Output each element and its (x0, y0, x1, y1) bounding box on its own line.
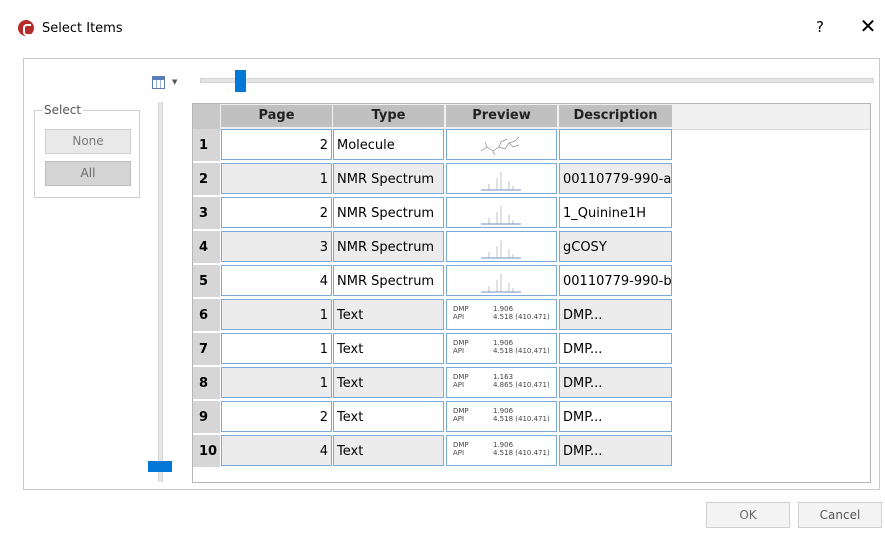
row-header[interactable]: 4 (193, 231, 220, 264)
row-header[interactable]: 1 (193, 129, 220, 162)
row-header[interactable]: 10 (193, 435, 220, 468)
preview-cell[interactable]: DMP API 1.906 4.518 (410.471) (446, 435, 557, 466)
page-cell[interactable]: 2 (221, 129, 332, 160)
molecule-preview-image (480, 136, 520, 156)
description-cell[interactable]: 00110779-990-b... (559, 265, 672, 296)
nmr-spectrum-preview-image (479, 234, 523, 261)
description-cell[interactable]: 00110779-990-a... (559, 163, 672, 194)
row-header[interactable]: 8 (193, 367, 220, 400)
description-cell[interactable]: DMP... (559, 401, 672, 432)
row-header[interactable]: 3 (193, 197, 220, 230)
row-header[interactable]: 7 (193, 333, 220, 366)
page-cell[interactable]: 4 (221, 265, 332, 296)
nmr-spectrum-preview-image (479, 166, 523, 193)
column-chooser-icon (152, 76, 165, 89)
preview-cell[interactable] (446, 231, 557, 262)
dialog-title: Select Items (42, 21, 123, 36)
help-button[interactable]: ? (812, 18, 828, 36)
type-cell[interactable]: NMR Spectrum (333, 197, 444, 228)
table-row[interactable]: 2 1 NMR Spectrum 00110779-990-a... (193, 163, 673, 196)
description-cell[interactable]: gCOSY (559, 231, 672, 262)
preview-text-values: 1.906 4.518 (410.471) (493, 407, 550, 423)
column-header-page[interactable]: Page (221, 105, 332, 127)
preview-text-values: 1.906 4.518 (410.471) (493, 339, 550, 355)
table-row[interactable]: 3 2 NMR Spectrum 1_Quinine1H (193, 197, 673, 230)
preview-text-labels: DMP API (453, 407, 469, 423)
app-logo-icon (18, 20, 34, 36)
description-cell[interactable]: DMP... (559, 435, 672, 466)
column-header-type[interactable]: Type (333, 105, 444, 127)
page-cell[interactable]: 4 (221, 435, 332, 466)
table-row[interactable]: 1 2 Molecule (193, 129, 673, 162)
preview-cell[interactable]: DMP API 1.906 4.518 (410.471) (446, 299, 557, 330)
chevron-down-icon: ▼ (172, 78, 178, 86)
select-items-dialog: Select Items ? ✕ ▼ Select None All Page … (0, 0, 885, 533)
table-row[interactable]: 5 4 NMR Spectrum 00110779-990-b... (193, 265, 673, 298)
preview-cell[interactable]: DMP API 1.163 4.865 (410.471) (446, 367, 557, 398)
page-cell[interactable]: 1 (221, 367, 332, 398)
column-header-preview[interactable]: Preview (446, 105, 557, 127)
table-row[interactable]: 6 1 Text DMP API 1.906 4.518 (410.471) DMP... (193, 299, 673, 332)
type-cell[interactable]: Molecule (333, 129, 444, 160)
row-header[interactable]: 6 (193, 299, 220, 332)
select-none-button[interactable]: None (45, 129, 131, 154)
preview-text-values: 1.906 4.518 (410.471) (493, 305, 550, 321)
preview-text-labels: DMP API (453, 373, 469, 389)
preview-cell[interactable]: DMP API 1.906 4.518 (410.471) (446, 333, 557, 364)
preview-cell[interactable]: DMP API 1.906 4.518 (410.471) (446, 401, 557, 432)
close-button[interactable]: ✕ (859, 14, 877, 38)
row-header[interactable]: 2 (193, 163, 220, 196)
select-group-legend: Select (42, 103, 84, 117)
select-all-button[interactable]: All (45, 161, 131, 186)
page-cell[interactable]: 1 (221, 333, 332, 364)
description-cell[interactable] (559, 129, 672, 160)
page-cell[interactable]: 2 (221, 197, 332, 228)
type-cell[interactable]: Text (333, 299, 444, 330)
preview-text-values: 1.906 4.518 (410.471) (493, 441, 550, 457)
table-row[interactable]: 4 3 NMR Spectrum gCOSY (193, 231, 673, 264)
items-grid: Page Type Preview Description 1 2 Molecule… (192, 103, 871, 483)
table-row[interactable]: 9 2 Text DMP API 1.906 4.518 (410.471) DMP... (193, 401, 673, 434)
column-header-description[interactable]: Description (559, 105, 672, 127)
page-cell[interactable]: 2 (221, 401, 332, 432)
zoom-slider-track[interactable] (200, 78, 874, 83)
type-cell[interactable]: NMR Spectrum (333, 163, 444, 194)
row-size-slider-track[interactable] (158, 102, 163, 482)
preview-text-labels: DMP API (453, 305, 469, 321)
preview-cell[interactable] (446, 129, 557, 160)
page-cell[interactable]: 1 (221, 163, 332, 194)
grid-corner[interactable] (193, 104, 220, 129)
description-cell[interactable]: 1_Quinine1H (559, 197, 672, 228)
row-header[interactable]: 9 (193, 401, 220, 434)
zoom-slider-thumb[interactable] (235, 70, 246, 92)
page-cell[interactable]: 3 (221, 231, 332, 262)
type-cell[interactable]: Text (333, 367, 444, 398)
table-row[interactable]: 10 4 Text DMP API 1.906 4.518 (410.471) DMP..… (193, 435, 673, 468)
title-bar: Select Items ? ✕ (0, 0, 885, 58)
page-cell[interactable]: 1 (221, 299, 332, 330)
type-cell[interactable]: NMR Spectrum (333, 231, 444, 262)
column-chooser-button[interactable]: ▼ (152, 76, 180, 94)
row-size-slider-thumb[interactable] (148, 461, 172, 472)
type-cell[interactable]: Text (333, 401, 444, 432)
preview-cell[interactable] (446, 163, 557, 194)
nmr-spectrum-preview-image (479, 268, 523, 295)
nmr-spectrum-preview-image (479, 200, 523, 227)
ok-button[interactable]: OK (706, 502, 790, 528)
table-row[interactable]: 8 1 Text DMP API 1.163 4.865 (410.471) DMP... (193, 367, 673, 400)
cancel-button[interactable]: Cancel (798, 502, 882, 528)
type-cell[interactable]: NMR Spectrum (333, 265, 444, 296)
preview-cell[interactable] (446, 265, 557, 296)
preview-text-labels: DMP API (453, 339, 469, 355)
description-cell[interactable]: DMP... (559, 299, 672, 330)
preview-text-values: 1.163 4.865 (410.471) (493, 373, 550, 389)
table-row[interactable]: 7 1 Text DMP API 1.906 4.518 (410.471) DMP... (193, 333, 673, 366)
preview-text-labels: DMP API (453, 441, 469, 457)
type-cell[interactable]: Text (333, 435, 444, 466)
description-cell[interactable]: DMP... (559, 367, 672, 398)
type-cell[interactable]: Text (333, 333, 444, 364)
preview-cell[interactable] (446, 197, 557, 228)
row-header[interactable]: 5 (193, 265, 220, 298)
description-cell[interactable]: DMP... (559, 333, 672, 364)
